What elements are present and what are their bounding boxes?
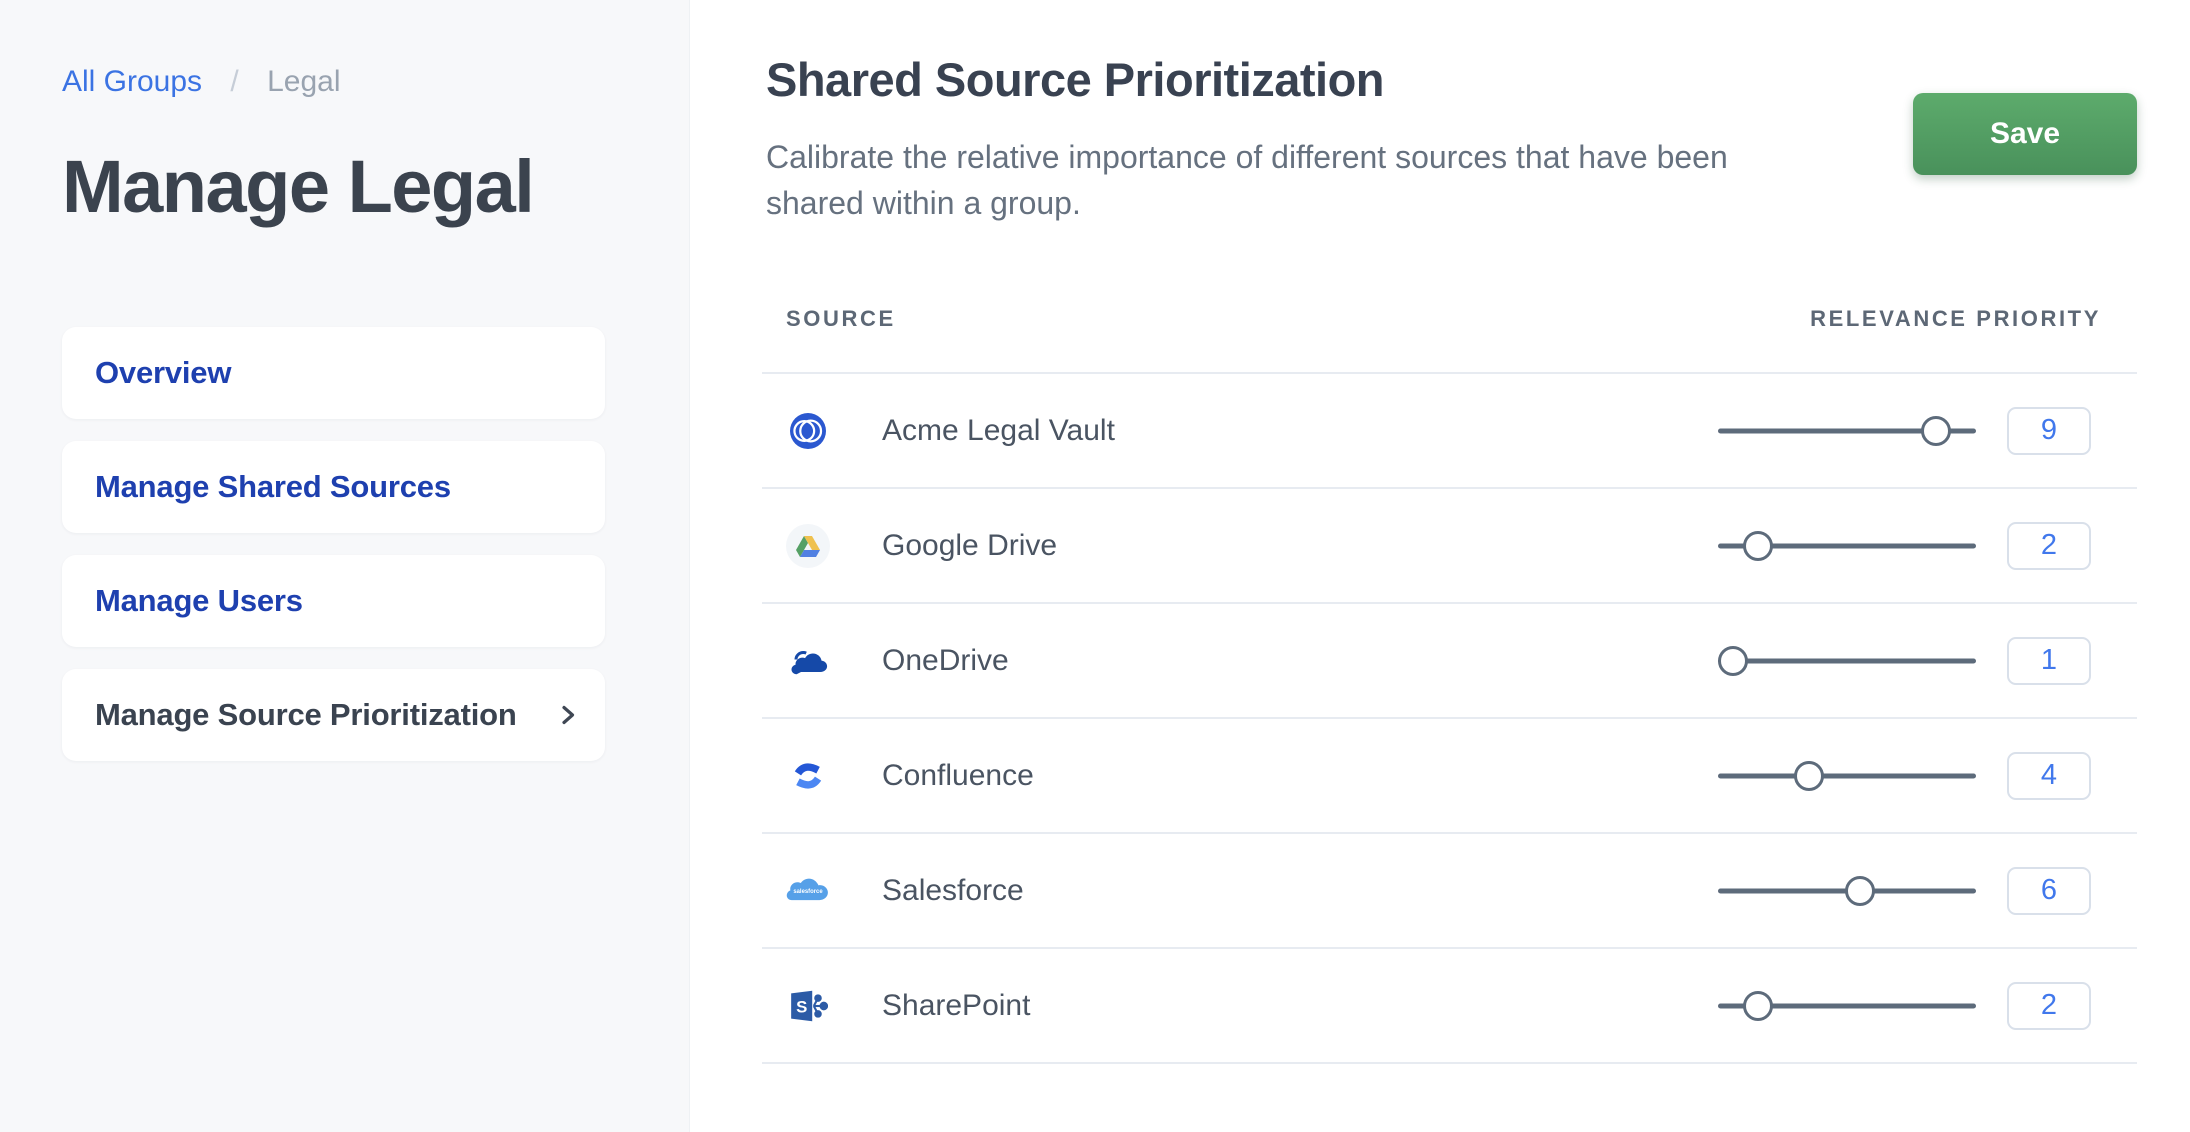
sidebar-menu: Overview Manage Shared Sources Manage Us…	[62, 327, 605, 761]
priority-value-input[interactable]: 4	[2007, 752, 2091, 800]
table-header-row: SOURCE RELEVANCE PRIORITY	[762, 282, 2137, 374]
salesforce-icon: salesforce	[786, 869, 830, 913]
main-header: Shared Source Prioritization Calibrate t…	[766, 0, 2137, 226]
source-name: SharePoint	[882, 989, 1030, 1023]
sidebar-menu-item-manage-shared-sources[interactable]: Manage Shared Sources	[62, 441, 605, 533]
section-description-line1: Calibrate the relative importance of dif…	[766, 134, 1728, 180]
source-name: Acme Legal Vault	[882, 414, 1115, 448]
priority-value-input[interactable]: 2	[2007, 982, 2091, 1030]
sharepoint-icon: S	[786, 984, 830, 1028]
main-panel: Shared Source Prioritization Calibrate t…	[690, 0, 2190, 1132]
main-header-text: Shared Source Prioritization Calibrate t…	[766, 52, 1728, 226]
slider-thumb[interactable]	[1794, 761, 1824, 791]
sidebar-menu-item-overview[interactable]: Overview	[62, 327, 605, 419]
sidebar-menu-item-manage-users[interactable]: Manage Users	[62, 555, 605, 647]
priority-value-input[interactable]: 6	[2007, 867, 2091, 915]
chevron-right-icon	[557, 704, 579, 726]
source-name: Salesforce	[882, 874, 1024, 908]
table-row: Google Drive 2	[762, 489, 2137, 604]
table-row: OneDrive 1	[762, 604, 2137, 719]
breadcrumb-current: Legal	[267, 65, 340, 98]
sidebar-menu-item-label: Manage Users	[95, 583, 303, 619]
sidebar: All Groups / Legal Manage Legal Overview…	[0, 0, 690, 1132]
priority-slider[interactable]	[1718, 760, 1976, 792]
save-button[interactable]: Save	[1913, 93, 2137, 175]
sidebar-menu-item-label: Manage Shared Sources	[95, 469, 451, 505]
priority-value-input[interactable]: 1	[2007, 637, 2091, 685]
priority-slider[interactable]	[1718, 875, 1976, 907]
priority-value-input[interactable]: 9	[2007, 407, 2091, 455]
slider-thumb[interactable]	[1921, 416, 1951, 446]
table-row: Acme Legal Vault 9	[762, 374, 2137, 489]
priority-slider[interactable]	[1718, 990, 1976, 1022]
page-title: Manage Legal	[62, 144, 689, 229]
column-header-relevance-priority: RELEVANCE PRIORITY	[1810, 306, 2101, 332]
table-row: salesforce Salesforce 6	[762, 834, 2137, 949]
slider-track	[1718, 658, 1976, 663]
acme-legal-vault-icon	[786, 409, 830, 453]
table-body: Acme Legal Vault 9 Google Drive 2 OneDri…	[762, 374, 2137, 1064]
source-name: OneDrive	[882, 644, 1009, 678]
section-description-line2: shared within a group.	[766, 180, 1728, 226]
slider-thumb[interactable]	[1743, 531, 1773, 561]
table-row: S SharePoint 2	[762, 949, 2137, 1064]
priority-value-input[interactable]: 2	[2007, 522, 2091, 570]
slider-thumb[interactable]	[1845, 876, 1875, 906]
priority-slider[interactable]	[1718, 645, 1976, 677]
sidebar-menu-item-manage-source-prioritization[interactable]: Manage Source Prioritization	[62, 669, 605, 761]
slider-thumb[interactable]	[1743, 991, 1773, 1021]
priority-slider[interactable]	[1718, 530, 1976, 562]
svg-text:salesforce: salesforce	[793, 889, 823, 895]
priority-slider[interactable]	[1718, 415, 1976, 447]
breadcrumb: All Groups / Legal	[62, 64, 689, 100]
section-description: Calibrate the relative importance of dif…	[766, 134, 1728, 226]
source-name: Google Drive	[882, 529, 1057, 563]
slider-thumb[interactable]	[1718, 646, 1748, 676]
source-priority-table: SOURCE RELEVANCE PRIORITY Acme Legal Vau…	[762, 282, 2137, 1064]
svg-text:S: S	[796, 997, 807, 1016]
breadcrumb-link-all-groups[interactable]: All Groups	[62, 65, 202, 98]
slider-track	[1718, 773, 1976, 778]
sidebar-menu-item-label: Manage Source Prioritization	[95, 697, 517, 733]
source-name: Confluence	[882, 759, 1034, 793]
column-header-source: SOURCE	[786, 306, 896, 332]
breadcrumb-separator: /	[230, 65, 238, 98]
section-title: Shared Source Prioritization	[766, 52, 1728, 108]
sidebar-menu-item-label: Overview	[95, 355, 231, 391]
google-drive-icon	[786, 524, 830, 568]
onedrive-icon	[786, 639, 830, 683]
confluence-icon	[786, 754, 830, 798]
table-row: Confluence 4	[762, 719, 2137, 834]
